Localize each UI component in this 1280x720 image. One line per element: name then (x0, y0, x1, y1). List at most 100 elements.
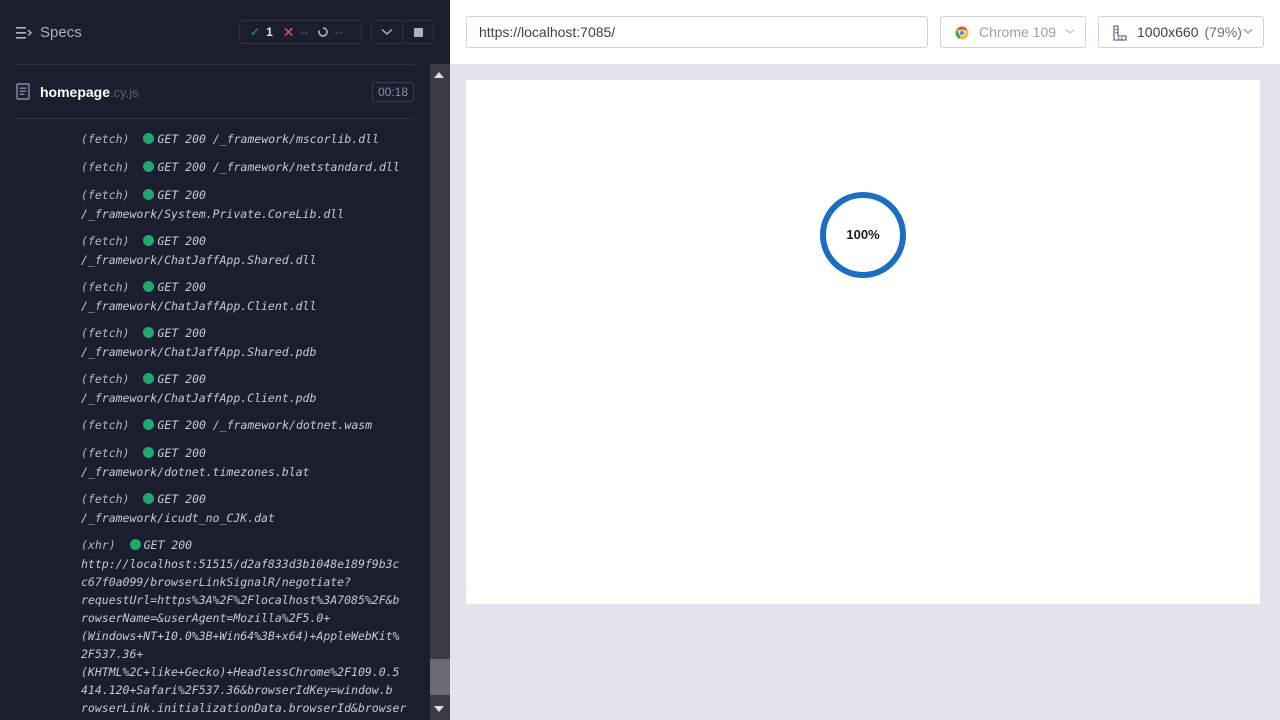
loading-percent: 100% (846, 227, 880, 242)
log-text: /_framework/ChatJaffApp.Client.pdb (81, 391, 317, 405)
log-entry[interactable]: (fetch) GET 200 /_framework/ChatJaffApp.Sh… (81, 232, 413, 269)
log-text: c67f0a099/browserLinkSignalR/negotiate? (81, 575, 352, 589)
log-text: 2F537.36+ (81, 647, 144, 661)
browser-select[interactable]: Chrome 109 (940, 16, 1086, 48)
log-entry-header: (fetch) GET 200 (81, 370, 413, 389)
log-entry-line: http://localhost:51515/d2af833d3b1048e18… (81, 555, 413, 573)
log-entry[interactable]: (fetch) GET 200 /_framework/ChatJaffApp.Sh… (81, 324, 413, 361)
log-kind: (fetch) (81, 160, 130, 174)
log-entry-line: 414.120+Safari%2F537.36&browserIdKey=win… (81, 681, 413, 699)
log-text: rowserName=&userAgent=Mozilla%2F5.0+ (81, 611, 331, 625)
scroll-up-arrow-icon[interactable] (434, 72, 444, 78)
log-kind: (fetch) (81, 446, 130, 460)
chevron-down-icon (381, 28, 393, 36)
status-success-dot-icon (143, 281, 155, 292)
pending-count: -- (334, 25, 343, 39)
status-success-dot-icon (143, 327, 155, 338)
log-text: GET 200 (143, 538, 193, 552)
failed-count: -- (300, 25, 309, 39)
dropdown-button[interactable] (371, 20, 403, 44)
specs-header: Specs ✓ 1 ✕ -- -- (0, 0, 434, 64)
log-entry[interactable]: (fetch) GET 200 /_framework/dotnet.timezon… (81, 444, 413, 481)
log-text: /_framework/icudt_no_CJK.dat (81, 511, 275, 525)
status-success-dot-icon (129, 539, 141, 550)
status-success-dot-icon (143, 419, 155, 430)
log-entry-header: (fetch) GET 200 /_framework/dotnet.wasm (81, 416, 413, 435)
ruler-icon (1113, 25, 1127, 41)
specs-toggle-button[interactable]: Specs (16, 22, 86, 44)
log-entry[interactable]: (fetch) GET 200 /_framework/mscorlib.dll (81, 130, 413, 149)
browser-label: Chrome 109 (979, 24, 1057, 40)
log-kind: (fetch) (81, 188, 130, 202)
log-entry[interactable]: (xhr) GET 200 http://localhost:51515/d2af8… (81, 536, 413, 717)
log-kind: (fetch) (81, 492, 130, 506)
test-stats: ✓ 1 ✕ -- -- (239, 20, 362, 44)
log-kind: (xhr) (81, 538, 116, 552)
log-kind: (fetch) (81, 418, 130, 432)
aut-header: https://localhost:7085/ Chrome 109 1000x… (450, 0, 1280, 64)
log-text: http://localhost:51515/d2af833d3b1048e18… (81, 557, 400, 571)
loading-progress: 100% (818, 190, 908, 280)
x-icon: ✕ (282, 23, 295, 40)
scroll-thumb[interactable] (430, 659, 450, 695)
log-entry-header: (fetch) GET 200 /_framework/netstandard.d… (81, 158, 413, 177)
log-text: /_framework/System.Private.CoreLib.dll (81, 207, 345, 221)
log-entry[interactable]: (fetch) GET 200 /_framework/netstandard.d… (81, 158, 413, 177)
viewport-scale: (79%) (1204, 24, 1242, 40)
status-success-dot-icon (143, 493, 155, 504)
status-success-dot-icon (143, 133, 155, 144)
status-success-dot-icon (143, 189, 155, 200)
url-bar[interactable]: https://localhost:7085/ (466, 16, 928, 48)
viewport-size: 1000x660 (1137, 24, 1199, 40)
log-text: GET 200 (157, 188, 206, 202)
status-success-dot-icon (143, 447, 155, 458)
log-entry-line: requestUrl=https%3A%2F%2Flocalhost%3A708… (81, 591, 413, 609)
spec-filename: homepage.cy.js (40, 84, 139, 100)
log-entry-line: /_framework/ChatJaffApp.Client.pdb (81, 389, 413, 407)
log-entry-line: /_framework/ChatJaffApp.Shared.pdb (81, 343, 413, 361)
log-text: /_framework/ChatJaffApp.Shared.pdb (81, 345, 317, 359)
chrome-icon (955, 26, 969, 40)
log-entry-header: (xhr) GET 200 (81, 536, 413, 555)
log-text: GET 200 /_framework/netstandard.dll (157, 160, 400, 174)
spec-title-row[interactable]: homepage.cy.js 00:18 (16, 80, 414, 104)
log-text: GET 200 (157, 446, 206, 460)
spec-extension: .cy.js (110, 85, 139, 100)
log-text: GET 200 /_framework/mscorlib.dll (157, 132, 380, 146)
log-entry[interactable]: (fetch) GET 200 /_framework/ChatJaffApp.Cl… (81, 278, 413, 315)
status-success-dot-icon (143, 235, 155, 246)
log-entry[interactable]: (fetch) GET 200 /_framework/System.Private… (81, 186, 413, 223)
pending-spinner-icon (318, 27, 329, 37)
log-text: GET 200 (157, 234, 206, 248)
log-kind: (fetch) (81, 326, 130, 340)
log-entry-line: /_framework/dotnet.timezones.blat (81, 463, 413, 481)
log-entry[interactable]: (fetch) GET 200 /_framework/icudt_no_CJK.d… (81, 490, 413, 527)
spec-duration: 00:18 (371, 82, 414, 102)
stop-button[interactable] (402, 20, 434, 44)
log-entry-header: (fetch) GET 200 (81, 490, 413, 509)
spec-basename: homepage (40, 84, 111, 100)
stat-passed: ✓ 1 (250, 25, 273, 39)
log-entry[interactable]: (fetch) GET 200 /_framework/ChatJaffApp.Cl… (81, 370, 413, 407)
log-entry-header: (fetch) GET 200 (81, 278, 413, 297)
status-success-dot-icon (143, 373, 155, 384)
log-entry-line: 2F537.36+ (81, 645, 413, 663)
reporter-scrollbar[interactable] (430, 64, 450, 720)
specs-list-icon (16, 27, 32, 39)
log-text: 414.120+Safari%2F537.36&browserIdKey=win… (81, 683, 393, 697)
log-entry-header: (fetch) GET 200 (81, 444, 413, 463)
log-text: requestUrl=https%3A%2F%2Flocalhost%3A708… (81, 593, 400, 607)
log-entry-line: /_framework/ChatJaffApp.Client.dll (81, 297, 413, 315)
passed-count: 1 (266, 25, 273, 39)
scroll-down-arrow-icon[interactable] (434, 706, 444, 712)
log-entry[interactable]: (fetch) GET 200 /_framework/dotnet.wasm (81, 416, 413, 435)
viewport-select[interactable]: 1000x660 (79%) (1098, 16, 1264, 48)
command-log: (fetch) GET 200 /_framework/mscorlib.dll(… (81, 130, 413, 720)
log-entry-line: c67f0a099/browserLinkSignalR/negotiate? (81, 573, 413, 591)
status-success-dot-icon (143, 161, 155, 172)
log-text: (KHTML%2C+like+Gecko)+HeadlessChrome%2F1… (81, 665, 400, 679)
log-kind: (fetch) (81, 280, 130, 294)
specs-label: Specs (40, 24, 82, 41)
app-under-test-frame: 100% (466, 80, 1260, 604)
header-divider (16, 64, 414, 65)
